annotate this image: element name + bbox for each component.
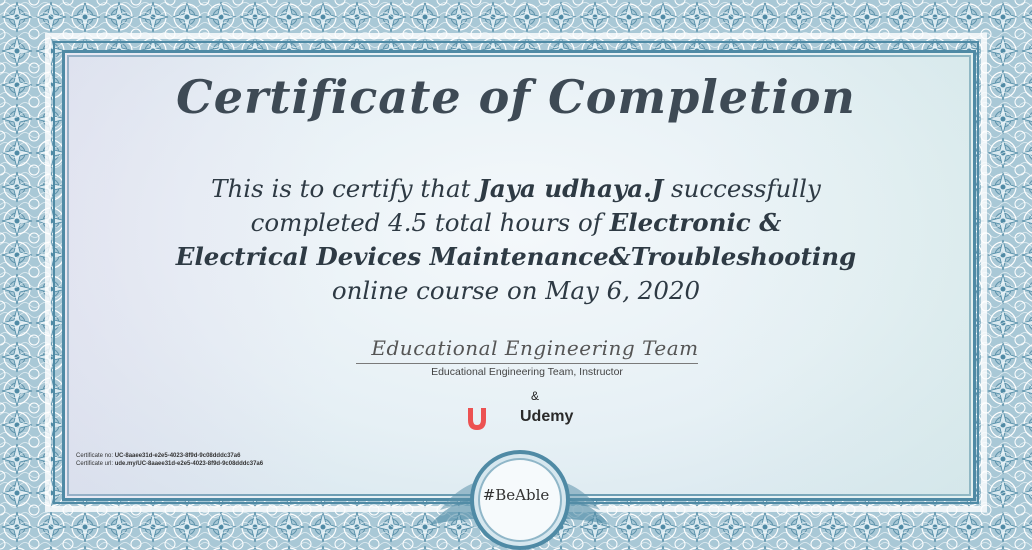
recipient-name: Jaya udhaya.J [478,174,664,203]
seal-hashtag: #BeAble [482,486,550,504]
cert-no-label: Certificate no: [76,453,115,459]
statement-suffix: successfully [663,174,821,203]
hours-text: completed 4.5 total hours of [250,208,610,237]
cert-url-label: Certificate url: [76,461,115,467]
cert-url-value: ude.my/UC-8aaee31d-e2e5-4023-8f9d-9c08dd… [114,461,264,467]
signature-line [356,363,698,364]
cert-no-value: UC-8aaee31d-e2e5-4023-8f9d-9c08dddc37a6 [114,453,241,459]
certificate: Certificate of Completion This is to cer… [0,0,1032,550]
completion-date-text: online course on May 6, 2020 [331,276,701,305]
certificate-details: Certificate no: UC-8aaee31d-e2e5-4023-8f… [76,452,263,468]
certificate-statement: This is to certify that Jaya udhaya.J su… [60,172,972,308]
udemy-wordmark: Udemy [520,408,574,425]
certificate-title: Certificate of Completion [176,70,856,124]
statement-prefix: This is to certify that [211,174,479,203]
ampersand: & [530,389,539,403]
course-name-part1: Electronic & [609,208,782,237]
instructor-signature: Educational Engineering Team [371,336,699,360]
instructor-label: Educational Engineering Team, Instructor [431,366,623,378]
course-name-part2: Electrical Devices Maintenance&Troublesh… [175,242,857,271]
